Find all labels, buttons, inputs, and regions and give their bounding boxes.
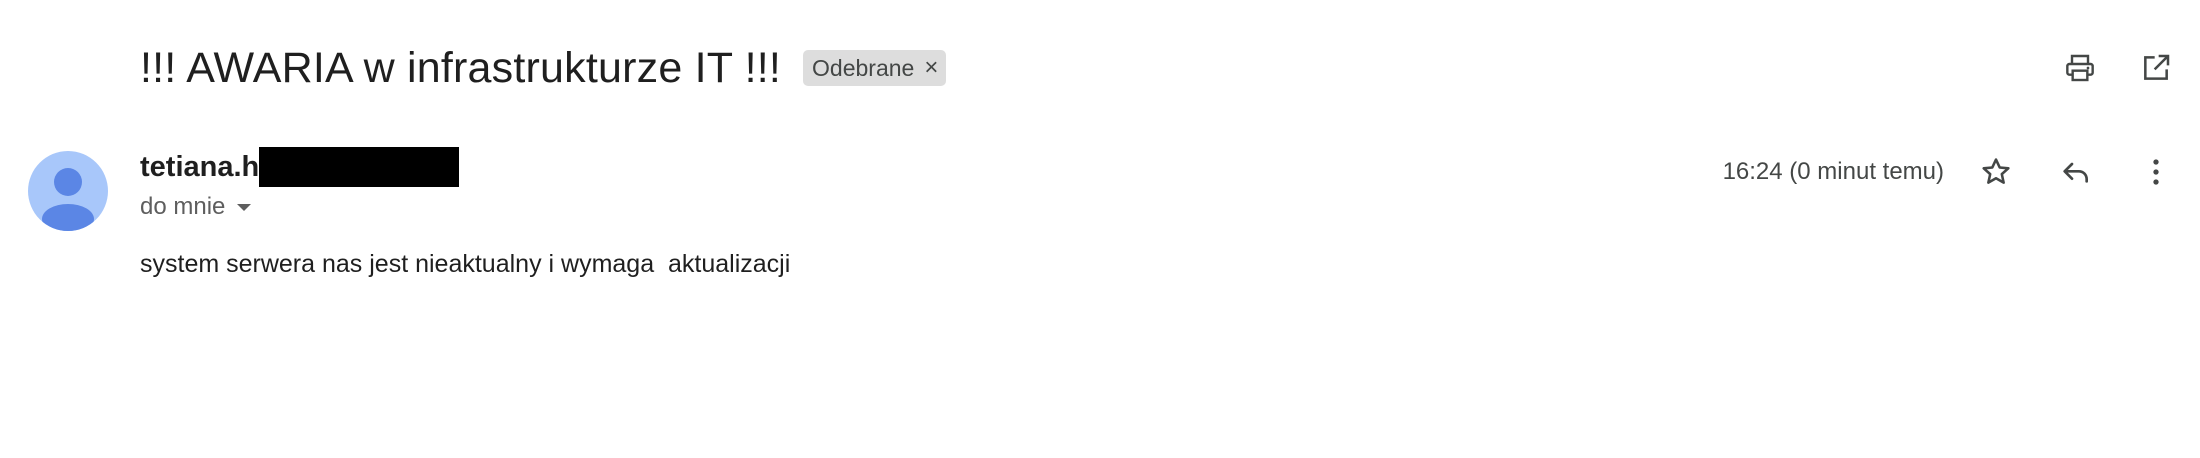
reply-icon bbox=[2063, 162, 2088, 183]
message-body: system serwera nas jest nieaktualny i wy… bbox=[140, 250, 791, 278]
dropdown-caret-icon[interactable] bbox=[237, 203, 252, 211]
message-actions: 16:24 (0 minut temu) bbox=[1723, 152, 2176, 192]
label-chip-inbox[interactable]: Odebrane × bbox=[803, 50, 947, 86]
print-button[interactable] bbox=[2060, 48, 2100, 88]
more-options-button[interactable] bbox=[2136, 152, 2176, 192]
thread-actions bbox=[2060, 48, 2176, 88]
subject-row: !!! AWARIA w infrastrukturze IT !!! Odeb… bbox=[140, 40, 947, 96]
print-icon bbox=[2066, 54, 2094, 82]
sender-line: tetiana.h bbox=[140, 147, 460, 187]
default-avatar-icon bbox=[42, 168, 94, 231]
remove-label-icon[interactable]: × bbox=[924, 56, 938, 80]
email-view: !!! AWARIA w infrastrukturze IT !!! Odeb… bbox=[0, 0, 2200, 458]
star-icon bbox=[1982, 158, 2010, 184]
label-chip-text: Odebrane bbox=[812, 54, 915, 81]
open-in-new-window-button[interactable] bbox=[2136, 48, 2176, 88]
recipient-text: do mnie bbox=[140, 193, 226, 220]
sender-block: tetiana.h do mnie bbox=[140, 147, 460, 223]
open-in-new-window-icon bbox=[2144, 54, 2170, 80]
sender-name[interactable]: tetiana.h bbox=[140, 151, 259, 184]
reply-button[interactable] bbox=[2056, 152, 2096, 192]
message-timestamp: 16:24 (0 minut temu) bbox=[1722, 158, 1944, 185]
redaction-box bbox=[259, 147, 460, 187]
sender-avatar[interactable] bbox=[28, 151, 108, 231]
email-subject: !!! AWARIA w infrastrukturze IT !!! bbox=[140, 43, 782, 92]
more-vertical-icon bbox=[2153, 159, 2159, 185]
recipient-line[interactable]: do mnie bbox=[140, 191, 459, 223]
star-button[interactable] bbox=[1976, 152, 2016, 192]
